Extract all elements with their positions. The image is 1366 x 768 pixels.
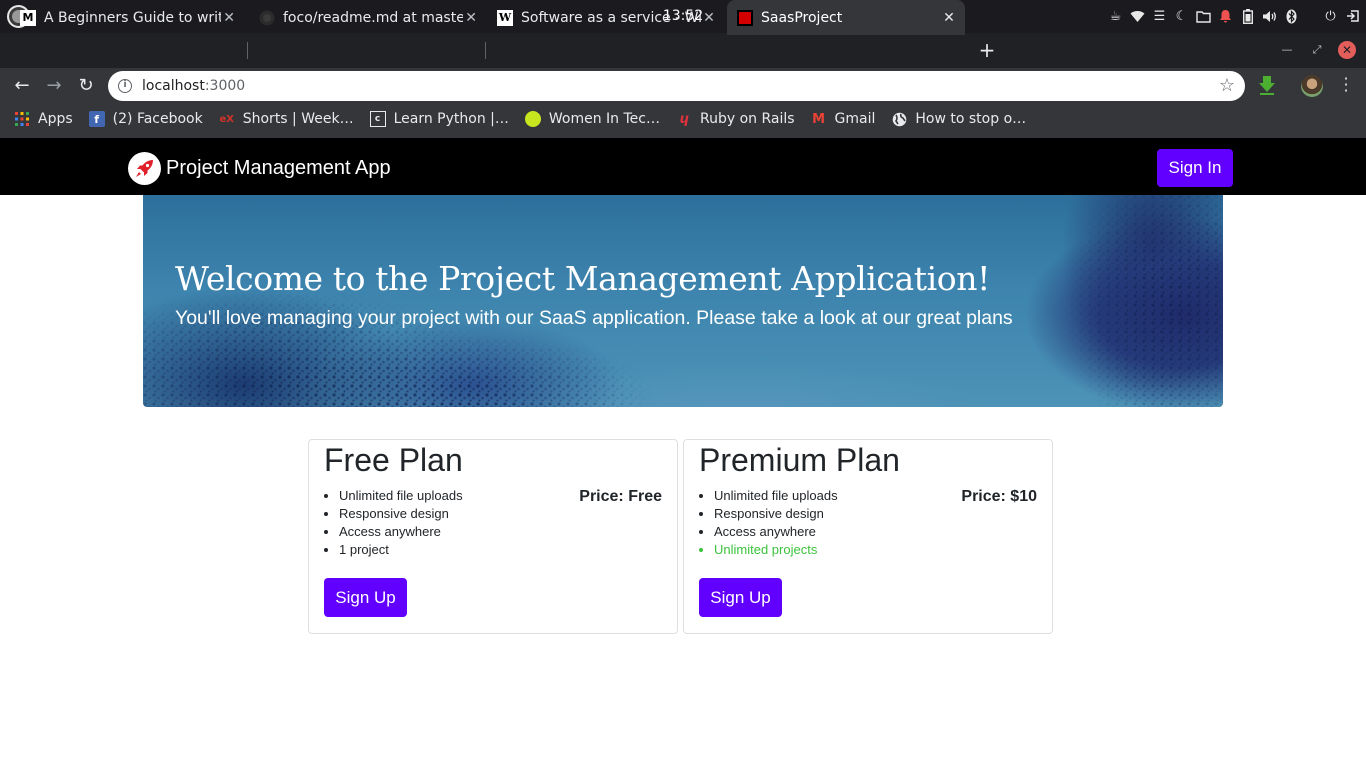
plan-feature: Unlimited file uploads bbox=[339, 487, 463, 505]
battery-icon[interactable] bbox=[1240, 8, 1255, 24]
women-in-tech-icon bbox=[524, 111, 541, 127]
bookmark-label: Learn Python |… bbox=[393, 111, 509, 127]
edx-icon: eX bbox=[219, 113, 234, 125]
maximize-button[interactable]: ⤢ bbox=[1307, 40, 1327, 60]
tab-github-readme[interactable]: foco/readme.md at maste ✕ bbox=[239, 0, 487, 35]
power-icon[interactable]: ⏻ bbox=[1323, 9, 1338, 24]
forward-button[interactable]: → bbox=[42, 74, 66, 98]
gmail-icon: M bbox=[812, 111, 825, 127]
plan-feature: Access anywhere bbox=[339, 523, 463, 541]
browser-toolbar: ← → ↻ i localhost:3000 ☆ bbox=[0, 68, 1366, 104]
bookmark-ruby-on-rails[interactable]: ɥ Ruby on Rails bbox=[676, 111, 795, 127]
hero-banner: Welcome to the Project Management Applic… bbox=[143, 195, 1223, 407]
coffee-icon[interactable]: ☕ bbox=[1108, 9, 1123, 24]
profile-avatar[interactable] bbox=[1301, 75, 1323, 97]
bookmark-how-to-stop[interactable]: How to stop o… bbox=[891, 111, 1026, 127]
system-tray: ☕ ☰ ☾ ⏻ bbox=[1108, 6, 1360, 26]
brand-title[interactable]: Project Management App bbox=[166, 157, 391, 180]
tab-wikipedia-saas[interactable]: W Software as a service - Wi ✕ bbox=[477, 0, 725, 35]
bookmark-label: Shorts | Week… bbox=[242, 111, 354, 127]
tab-title: foco/readme.md at maste bbox=[283, 9, 464, 26]
plan-card-free: Free Plan Unlimited file uploads Respons… bbox=[308, 439, 678, 634]
volume-icon[interactable] bbox=[1262, 9, 1277, 24]
tab-divider bbox=[485, 42, 486, 59]
bookmark-star-icon[interactable]: ☆ bbox=[1219, 75, 1235, 96]
web-page: Project Management App Sign In Welcome t… bbox=[0, 138, 1366, 768]
logout-icon[interactable] bbox=[1345, 9, 1360, 24]
github-icon bbox=[259, 10, 275, 26]
bookmark-label: Women In Tec… bbox=[548, 111, 660, 127]
plan-feature: Responsive design bbox=[339, 505, 463, 523]
bookmark-edx[interactable]: eX Shorts | Week… bbox=[219, 111, 354, 127]
notification-icon[interactable] bbox=[1218, 9, 1233, 24]
bluetooth-icon[interactable] bbox=[1284, 9, 1299, 24]
apps-grid-icon bbox=[14, 111, 30, 127]
bookmark-apps[interactable]: Apps bbox=[14, 111, 73, 127]
hero-subtitle: You'll love managing your project with o… bbox=[175, 307, 1013, 329]
plan-feature: Access anywhere bbox=[714, 523, 838, 541]
bookmark-women-in-tech[interactable]: Women In Tec… bbox=[524, 111, 660, 127]
tab-medium-guide[interactable]: M A Beginners Guide to writ ✕ bbox=[0, 0, 245, 35]
plan-title: Free Plan bbox=[324, 442, 463, 478]
plan-card-premium: Premium Plan Unlimited file uploads Resp… bbox=[683, 439, 1053, 634]
free-sign-up-button[interactable]: Sign Up bbox=[324, 578, 407, 617]
info-icon[interactable]: i bbox=[118, 79, 132, 93]
rails-icon: ɥ bbox=[679, 111, 689, 127]
bookmark-label: Apps bbox=[38, 111, 73, 127]
plan-price: Price: Free bbox=[579, 488, 662, 505]
tab-strip bbox=[0, 33, 1366, 68]
url-text: localhost:3000 bbox=[142, 78, 245, 94]
plan-title: Premium Plan bbox=[699, 442, 900, 478]
close-icon[interactable]: ✕ bbox=[941, 10, 957, 26]
bookmark-gmail[interactable]: M Gmail bbox=[811, 111, 876, 127]
url-host: localhost bbox=[142, 78, 205, 94]
tab-divider bbox=[247, 42, 248, 59]
wifi-icon[interactable] bbox=[1130, 9, 1145, 24]
rocket-icon[interactable] bbox=[128, 152, 161, 185]
url-port: :3000 bbox=[204, 78, 246, 94]
plan-features: Unlimited file uploads Responsive design… bbox=[339, 487, 463, 559]
globe-icon bbox=[891, 111, 907, 127]
premium-sign-up-button[interactable]: Sign Up bbox=[699, 578, 782, 617]
plan-feature: Responsive design bbox=[714, 505, 838, 523]
night-mode-icon[interactable]: ☾ bbox=[1174, 9, 1189, 24]
medium-icon: M bbox=[20, 9, 36, 26]
tree-foliage-image bbox=[143, 195, 1223, 407]
bookmark-codecademy[interactable]: c Learn Python |… bbox=[369, 111, 509, 127]
bookmark-label: Ruby on Rails bbox=[699, 111, 795, 127]
bookmarks-bar: Apps f (2) Facebook eX Shorts | Week… c … bbox=[0, 104, 1366, 134]
window-close-button[interactable]: ✕ bbox=[1338, 41, 1356, 59]
saas-icon bbox=[737, 9, 753, 26]
sign-in-button[interactable]: Sign In bbox=[1157, 149, 1233, 187]
hero-title: Welcome to the Project Management Applic… bbox=[175, 259, 990, 298]
bookmark-label: (2) Facebook bbox=[112, 111, 203, 127]
close-icon[interactable]: ✕ bbox=[221, 10, 237, 26]
tab-title: A Beginners Guide to writ bbox=[44, 9, 222, 26]
menu-icon[interactable]: ☰ bbox=[1152, 9, 1167, 24]
wikipedia-icon: W bbox=[497, 9, 513, 26]
minimize-button[interactable]: — bbox=[1277, 40, 1297, 60]
bookmark-label: How to stop o… bbox=[915, 111, 1027, 127]
browser-menu-icon[interactable]: · · · bbox=[1341, 71, 1351, 99]
back-button[interactable]: ← bbox=[10, 74, 34, 98]
tab-title: SaasProject bbox=[761, 9, 843, 26]
bookmark-label: Gmail bbox=[834, 111, 876, 127]
codecademy-icon: c bbox=[369, 111, 386, 127]
bookmark-facebook[interactable]: f (2) Facebook bbox=[88, 111, 203, 127]
tab-title: Software as a service - Wi bbox=[521, 9, 702, 26]
address-bar[interactable]: i localhost:3000 ☆ bbox=[108, 71, 1245, 101]
plan-price: Price: $10 bbox=[961, 488, 1037, 505]
new-tab-button[interactable]: + bbox=[977, 40, 997, 60]
plan-feature: 1 project bbox=[339, 541, 463, 559]
plan-feature: Unlimited file uploads bbox=[714, 487, 838, 505]
tab-saasproject[interactable]: SaasProject ✕ bbox=[727, 0, 965, 35]
site-navbar: Project Management App Sign In bbox=[0, 138, 1366, 195]
folder-icon[interactable] bbox=[1196, 9, 1211, 24]
reload-button[interactable]: ↻ bbox=[74, 74, 98, 98]
plan-features: Unlimited file uploads Responsive design… bbox=[714, 487, 838, 559]
facebook-icon: f bbox=[88, 111, 105, 127]
plan-feature-highlight: Unlimited projects bbox=[714, 541, 838, 559]
download-extension-icon[interactable] bbox=[1258, 75, 1276, 95]
close-icon[interactable]: ✕ bbox=[701, 10, 717, 26]
